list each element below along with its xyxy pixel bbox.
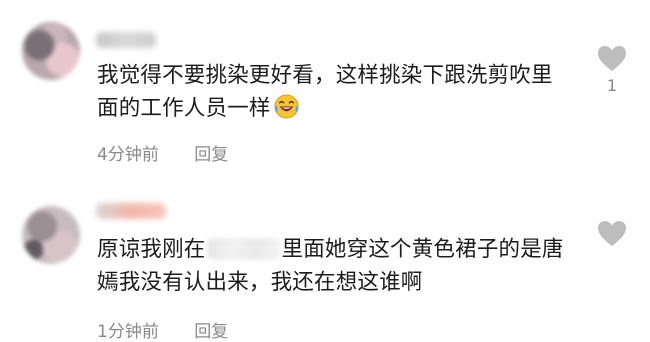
- like-count: 1: [606, 76, 618, 95]
- comment-item: 我觉得不要挑染更好看，这样挑染下跟洗剪吹里面的工作人员一样 4分钟前 回复 1: [0, 0, 650, 178]
- comment-text-content: 我觉得不要挑染更好看，这样挑染下跟洗剪吹里面的工作人员一样: [97, 63, 553, 121]
- heart-icon[interactable]: [597, 45, 627, 72]
- username-redacted[interactable]: [96, 203, 166, 219]
- like-button[interactable]: 1: [597, 45, 627, 95]
- heart-icon[interactable]: [597, 220, 627, 247]
- laughing-crying-emoji-icon: [274, 94, 299, 119]
- redacted-text: [206, 238, 281, 260]
- like-button[interactable]: [597, 220, 627, 251]
- username-redacted[interactable]: [96, 32, 156, 48]
- comment-meta: 4分钟前 回复: [97, 140, 228, 165]
- comment-time: 4分钟前: [97, 145, 159, 165]
- comment-time: 1分钟前: [97, 322, 159, 342]
- comment-text-before: 原谅我刚在: [97, 237, 206, 262]
- comment-meta: 1分钟前 回复: [97, 317, 228, 342]
- reply-button[interactable]: 回复: [194, 140, 228, 165]
- avatar[interactable]: [22, 206, 80, 264]
- comment-text: 原谅我刚在 里面她穿这个黄色裙子的是唐嫣我没有认出来，我还在想这谁啊: [97, 233, 567, 299]
- comment-item: 原谅我刚在 里面她穿这个黄色裙子的是唐嫣我没有认出来，我还在想这谁啊 1分钟前 回…: [0, 190, 650, 342]
- reply-button[interactable]: 回复: [194, 317, 228, 342]
- avatar[interactable]: [22, 22, 80, 80]
- comment-text: 我觉得不要挑染更好看，这样挑染下跟洗剪吹里面的工作人员一样: [97, 59, 567, 125]
